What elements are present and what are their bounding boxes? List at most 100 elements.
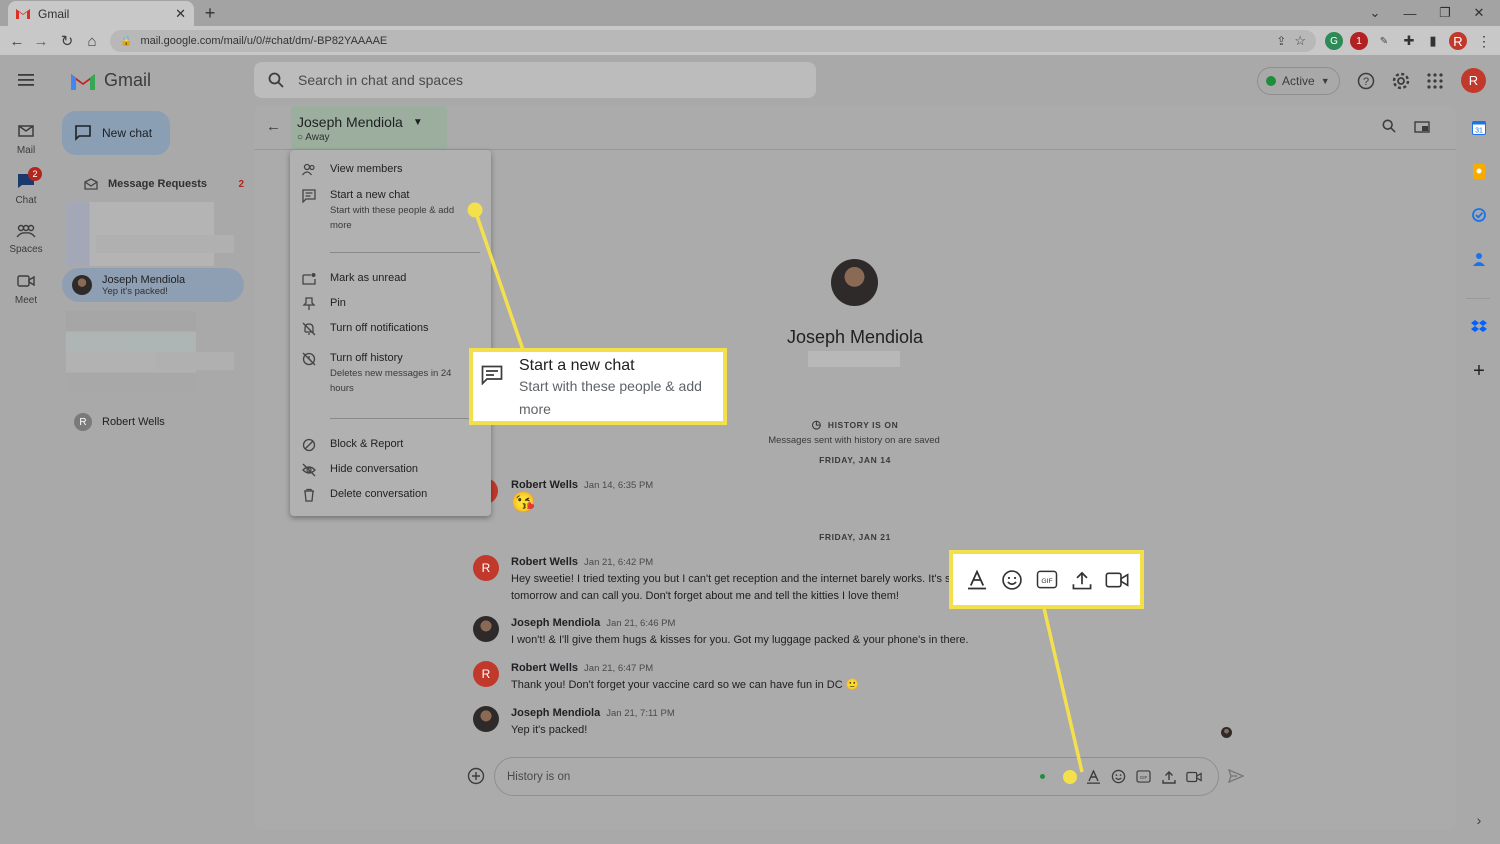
menu-item-delete-conversation[interactable]: Delete conversation bbox=[302, 488, 487, 502]
chat-title-dropdown[interactable]: Joseph Mendiola ▼ ○ Away bbox=[291, 106, 447, 149]
keep-icon[interactable] bbox=[1470, 162, 1488, 180]
video-meeting-icon[interactable] bbox=[1181, 764, 1206, 789]
extensions-puzzle-icon[interactable]: ✚ bbox=[1400, 32, 1418, 50]
callout-anchor-dot bbox=[1063, 769, 1077, 784]
rail-mail[interactable]: Mail bbox=[0, 125, 52, 156]
composer-tools-callout: GIF bbox=[949, 550, 1144, 609]
rail-chat[interactable]: 2 Chat bbox=[0, 167, 52, 206]
browser-tab[interactable]: Gmail ✕ bbox=[8, 1, 194, 26]
menu-item-start-new-chat[interactable]: Start a new chat Start with these people… bbox=[302, 189, 487, 233]
callout-title: Start a new chat bbox=[519, 357, 635, 374]
new-chat-button[interactable]: New chat bbox=[62, 111, 170, 155]
chat-title: Joseph Mendiola bbox=[297, 114, 403, 130]
menu-item-turn-off-notifications[interactable]: Turn off notifications bbox=[302, 322, 487, 336]
gmail-logo[interactable]: Gmail bbox=[70, 70, 151, 91]
message: Robert Wells Jan 21, 6:42 PM Hey sweetie!… bbox=[511, 556, 951, 605]
dm-item-robert-wells[interactable]: R Robert Wells bbox=[74, 413, 165, 431]
profile-photo bbox=[831, 259, 878, 306]
message-avatar: R bbox=[473, 555, 499, 581]
dm-name: Robert Wells bbox=[102, 416, 165, 428]
gif-icon[interactable]: GIF bbox=[1131, 764, 1156, 789]
add-attachment-icon[interactable] bbox=[467, 767, 485, 785]
contacts-icon[interactable] bbox=[1470, 250, 1488, 268]
sidebar-panel-icon[interactable]: ▮ bbox=[1424, 32, 1442, 50]
close-window-icon[interactable]: ✕ bbox=[1464, 0, 1494, 26]
extension-red-icon[interactable]: 1 bbox=[1350, 32, 1368, 50]
chat-search-icon[interactable] bbox=[1382, 119, 1396, 133]
apps-grid-icon[interactable] bbox=[1424, 70, 1446, 92]
tasks-icon[interactable] bbox=[1470, 206, 1488, 224]
dm-item-joseph-mendiola[interactable]: Joseph Mendiola Yep it's packed! bbox=[62, 268, 244, 302]
notifications-off-icon bbox=[302, 322, 316, 336]
main-menu-icon[interactable] bbox=[18, 73, 34, 87]
menu-item-label: Delete conversation bbox=[330, 488, 428, 500]
bookmark-star-icon[interactable]: ☆ bbox=[1294, 33, 1306, 49]
chat-search-bar[interactable]: Search in chat and spaces bbox=[254, 62, 816, 98]
add-addon-icon[interactable]: + bbox=[1470, 360, 1488, 382]
menu-item-label: Hide conversation bbox=[330, 463, 419, 475]
menu-item-mark-unread[interactable]: Mark as unread bbox=[302, 272, 487, 286]
status-dropdown[interactable]: Active ▼ bbox=[1257, 67, 1340, 95]
start-new-chat-callout: Start a new chat Start with these people… bbox=[469, 348, 727, 425]
address-bar[interactable]: 🔒 mail.google.com/mail/u/0/#chat/dm/-BP8… bbox=[110, 30, 1316, 52]
maximize-icon[interactable]: ❐ bbox=[1430, 0, 1460, 26]
upload-icon[interactable] bbox=[1156, 764, 1181, 789]
menu-item-view-members[interactable]: View members bbox=[302, 163, 487, 177]
svg-text:GIF: GIF bbox=[1140, 775, 1148, 780]
tab-search-icon[interactable]: ⌄ bbox=[1360, 0, 1390, 26]
menu-item-block-report[interactable]: Block & Report bbox=[302, 438, 487, 452]
meet-video-icon bbox=[17, 275, 35, 287]
close-tab-icon[interactable]: ✕ bbox=[175, 6, 186, 22]
pen-extension-icon[interactable]: ✎ bbox=[1375, 32, 1393, 50]
browser-profile-avatar[interactable]: R bbox=[1449, 32, 1467, 50]
forward-icon[interactable]: → bbox=[30, 30, 52, 52]
expand-panel-icon[interactable]: › bbox=[1470, 811, 1488, 829]
menu-item-pin[interactable]: Pin bbox=[302, 297, 487, 311]
send-icon[interactable] bbox=[1228, 769, 1244, 783]
dropbox-icon[interactable] bbox=[1470, 318, 1488, 336]
menu-item-hide-conversation[interactable]: Hide conversation bbox=[302, 463, 487, 477]
rail-meet[interactable]: Meet bbox=[0, 275, 52, 306]
app-title: Gmail bbox=[104, 70, 152, 90]
message-author: Robert Wells bbox=[511, 662, 579, 674]
share-icon[interactable]: ⇪ bbox=[1276, 34, 1286, 48]
date-separator: FRIDAY, JAN 21 bbox=[819, 532, 891, 542]
chat-badge: 2 bbox=[28, 167, 42, 181]
message-text: 😘 bbox=[511, 492, 536, 514]
new-tab-button[interactable]: + bbox=[200, 3, 220, 23]
read-receipt-avatar bbox=[1221, 727, 1232, 738]
rail-spaces-label: Spaces bbox=[9, 244, 43, 255]
menu-divider bbox=[330, 252, 480, 253]
spaces-icon bbox=[16, 224, 36, 238]
settings-gear-icon[interactable] bbox=[1390, 70, 1412, 92]
emoji-icon[interactable] bbox=[1106, 764, 1131, 789]
history-off-icon bbox=[302, 352, 316, 366]
mark-unread-icon bbox=[302, 273, 316, 285]
help-icon[interactable]: ? bbox=[1355, 70, 1377, 92]
menu-item-sublabel: Start with these people & add bbox=[330, 205, 455, 216]
reload-icon[interactable]: ↻ bbox=[56, 30, 78, 52]
search-icon bbox=[268, 72, 284, 88]
new-chat-icon bbox=[481, 365, 503, 385]
home-icon[interactable]: ⌂ bbox=[81, 30, 103, 52]
grammarly-extension-icon[interactable]: G bbox=[1325, 32, 1343, 50]
browser-menu-icon[interactable]: ⋮ bbox=[1477, 33, 1491, 50]
popout-icon[interactable] bbox=[1414, 121, 1430, 133]
account-avatar[interactable]: R bbox=[1461, 68, 1486, 93]
new-chat-icon bbox=[75, 125, 91, 141]
back-icon[interactable]: ← bbox=[6, 30, 28, 52]
minimize-icon[interactable]: — bbox=[1395, 0, 1425, 26]
message: Joseph Mendiola Jan 21, 7:11 PM Yep it's … bbox=[511, 707, 675, 739]
calendar-icon[interactable]: 31 bbox=[1470, 118, 1488, 136]
message-composer[interactable]: History is on GIF bbox=[494, 757, 1219, 796]
blurred-conversation[interactable] bbox=[66, 202, 214, 266]
message-text: Hey sweetie! I tried texting you but I c… bbox=[511, 573, 951, 585]
format-text-icon[interactable] bbox=[1081, 764, 1106, 789]
back-arrow-icon[interactable]: ← bbox=[266, 118, 281, 135]
trash-icon bbox=[304, 488, 314, 502]
upload-icon bbox=[1069, 567, 1095, 593]
message-requests[interactable]: Message Requests 2 bbox=[84, 176, 244, 192]
menu-item-turn-off-history[interactable]: Turn off history Deletes new messages in… bbox=[302, 352, 487, 396]
rail-spaces[interactable]: Spaces bbox=[0, 224, 52, 255]
blurred-email bbox=[808, 351, 900, 367]
